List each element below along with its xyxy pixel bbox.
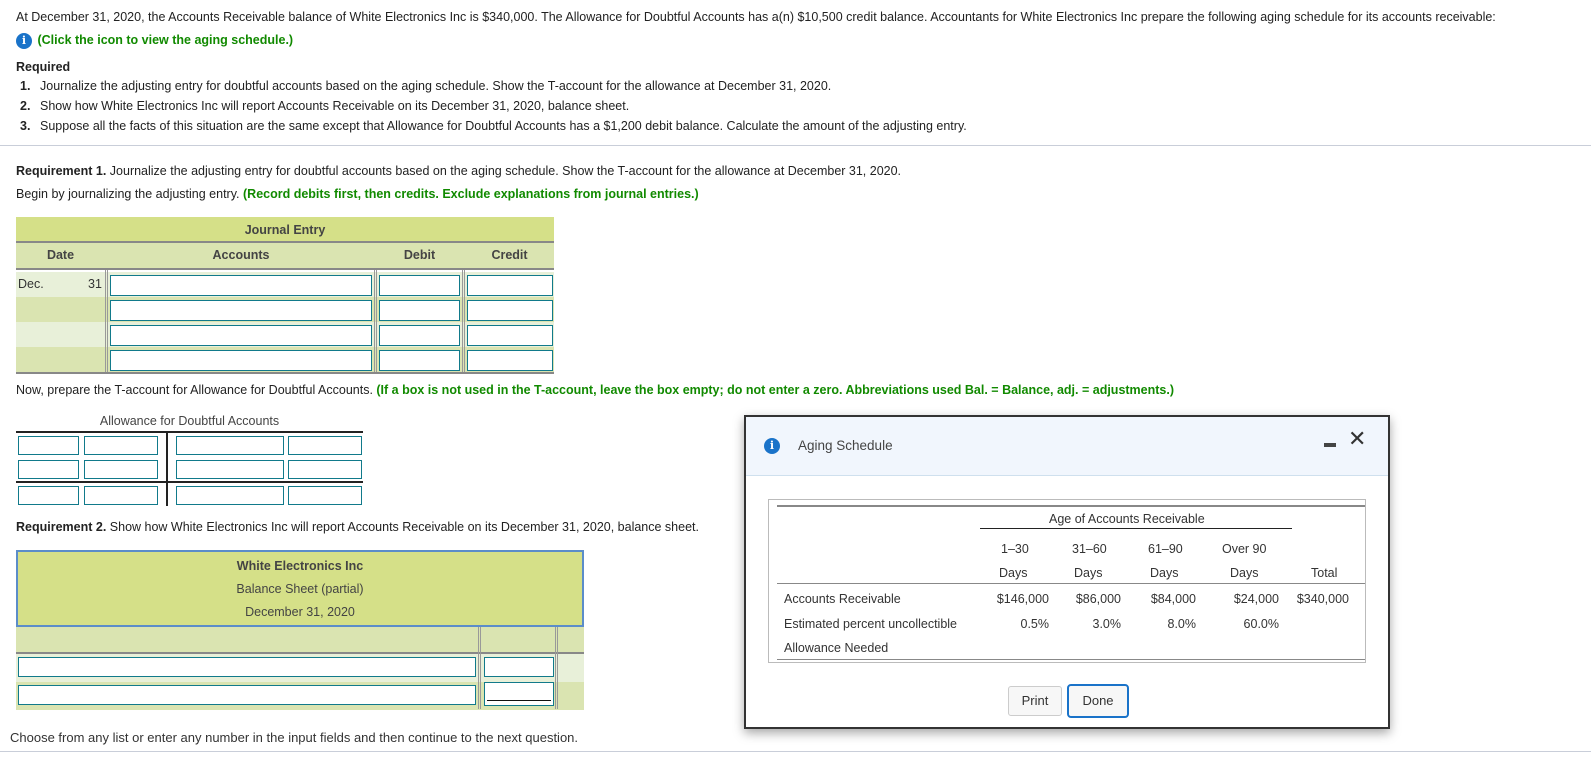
date-month: Dec. — [18, 277, 44, 291]
intro-text: At December 31, 2020, the Accounts Recei… — [16, 10, 1496, 24]
date-day: 31 — [88, 277, 102, 291]
print-button[interactable]: Print — [1008, 686, 1062, 716]
bs-amount-input-2[interactable] — [484, 682, 554, 706]
taccount-credit-label-1[interactable] — [176, 436, 284, 455]
col-subheader-total: Total — [1311, 566, 1338, 580]
aging-schedule-link-text[interactable]: (Click the icon to view the aging schedu… — [37, 33, 293, 47]
balance-sheet-body — [16, 627, 584, 710]
taccount-debit-amount-1[interactable] — [84, 436, 158, 455]
footer-instruction: Choose from any list or enter any number… — [10, 730, 579, 745]
col-header-1: 1–30 — [1001, 542, 1029, 556]
date-header: Date — [46, 248, 75, 262]
ar-61-90: $84,000 — [1150, 592, 1196, 606]
taccount-credit-amount-2[interactable] — [288, 460, 362, 479]
pct-over-90: 60.0% — [1243, 617, 1279, 631]
taccount-debit-balance-amount[interactable] — [84, 486, 158, 505]
pct-61-90: 8.0% — [1167, 617, 1197, 631]
ar-total: $340,000 — [1296, 592, 1349, 606]
req1-text: Requirement 1. Journalize the adjusting … — [16, 164, 902, 178]
bs-account-input-2[interactable] — [18, 685, 476, 705]
col-subheader-2: Days — [1074, 566, 1103, 580]
group-header: Age of Accounts Receivable — [1049, 512, 1205, 526]
balance-sheet-header: White Electronics Inc Balance Sheet (par… — [16, 550, 584, 627]
info-icon: i — [764, 438, 780, 454]
close-icon[interactable]: ✕ — [1348, 427, 1366, 452]
row-label-allowance: Allowance Needed — [784, 641, 889, 655]
req1-begin: Begin by journalizing the adjusting entr… — [16, 187, 699, 201]
taccount-balance-line — [16, 481, 363, 483]
taccount-debit-label-1[interactable] — [18, 436, 79, 455]
row-label-percent: Estimated percent uncollectible — [784, 617, 958, 631]
journal-entry-table: Journal Entry Date Accounts Debit Credit… — [16, 217, 554, 374]
taccount-debit-amount-2[interactable] — [84, 460, 158, 479]
required-item-2: 2. Show how White Electronics Inc will re… — [20, 99, 630, 113]
debit-input-4[interactable] — [379, 350, 460, 371]
col-header-3: 61–90 — [1148, 542, 1183, 556]
bs-amount-input-1[interactable] — [484, 657, 554, 677]
account-input-1[interactable] — [110, 275, 372, 296]
col-header-2: 31–60 — [1072, 542, 1107, 556]
done-button[interactable]: Done — [1067, 684, 1129, 718]
balance-sheet-company: White Electronics Inc — [236, 559, 364, 573]
ar-1-30: $146,000 — [996, 592, 1049, 606]
taccount-debit-label-2[interactable] — [18, 460, 79, 479]
aging-schedule-modal: i Aging Schedule ✕ Age of Accounts Recei… — [744, 415, 1390, 729]
bs-account-input-1[interactable] — [18, 657, 476, 677]
taccount-debit-balance-label[interactable] — [18, 486, 79, 505]
debit-input-3[interactable] — [379, 325, 460, 346]
minimize-icon[interactable] — [1324, 443, 1336, 447]
credit-input-2[interactable] — [467, 300, 553, 321]
balance-sheet-title: Balance Sheet (partial) — [236, 582, 364, 596]
credit-input-3[interactable] — [467, 325, 553, 346]
col-header-4: Over 90 — [1222, 542, 1267, 556]
credit-input-4[interactable] — [467, 350, 553, 371]
debit-input-1[interactable] — [379, 275, 460, 296]
modal-header: i Aging Schedule ✕ — [746, 417, 1388, 476]
ar-over-90: $24,000 — [1233, 592, 1279, 606]
ar-31-60: $86,000 — [1075, 592, 1121, 606]
taccount-credit-balance-label[interactable] — [176, 486, 284, 505]
taccount-credit-amount-1[interactable] — [288, 436, 362, 455]
col-subheader-3: Days — [1150, 566, 1179, 580]
credit-header: Credit — [491, 248, 528, 262]
taccount-title: Allowance for Doubtful Accounts — [99, 414, 280, 428]
journal-header: Date Accounts Debit Credit — [16, 241, 554, 270]
modal-title: Aging Schedule — [798, 438, 893, 453]
footer-divider — [0, 751, 1591, 752]
account-input-4[interactable] — [110, 350, 372, 371]
section-divider — [0, 145, 1591, 146]
debit-input-2[interactable] — [379, 300, 460, 321]
taccount-instruction: Now, prepare the T-account for Allowance… — [16, 383, 1175, 397]
credit-input-1[interactable] — [467, 275, 553, 296]
taccount-credit-label-2[interactable] — [176, 460, 284, 479]
pct-31-60: 3.0% — [1092, 617, 1122, 631]
required-item-3: 3. Suppose all the facts of this situatio… — [20, 119, 967, 133]
taccount-vertical-line — [166, 431, 168, 506]
balance-sheet-date: December 31, 2020 — [245, 605, 355, 619]
account-input-2[interactable] — [110, 300, 372, 321]
req2-text: Requirement 2. Show how White Electronic… — [16, 520, 699, 534]
debit-header: Debit — [403, 248, 436, 262]
aging-schedule-table: Age of Accounts Receivable 1–30 31–60 61… — [768, 499, 1366, 663]
taccount-credit-balance-amount[interactable] — [288, 486, 362, 505]
info-icon[interactable]: i — [16, 33, 32, 49]
required-heading: Required — [16, 60, 71, 74]
required-item-1: 1. Journalize the adjusting entry for dou… — [20, 79, 832, 93]
accounts-header: Accounts — [212, 248, 270, 262]
col-subheader-1: Days — [999, 566, 1028, 580]
pct-1-30: 0.5% — [1020, 617, 1050, 631]
taccount-top-line — [16, 431, 363, 433]
account-input-3[interactable] — [110, 325, 372, 346]
aging-schedule-link[interactable]: i (Click the icon to view the aging sche… — [16, 33, 293, 49]
journal-title: Journal Entry — [16, 217, 554, 241]
col-subheader-4: Days — [1230, 566, 1259, 580]
row-label-ar: Accounts Receivable — [784, 592, 901, 606]
